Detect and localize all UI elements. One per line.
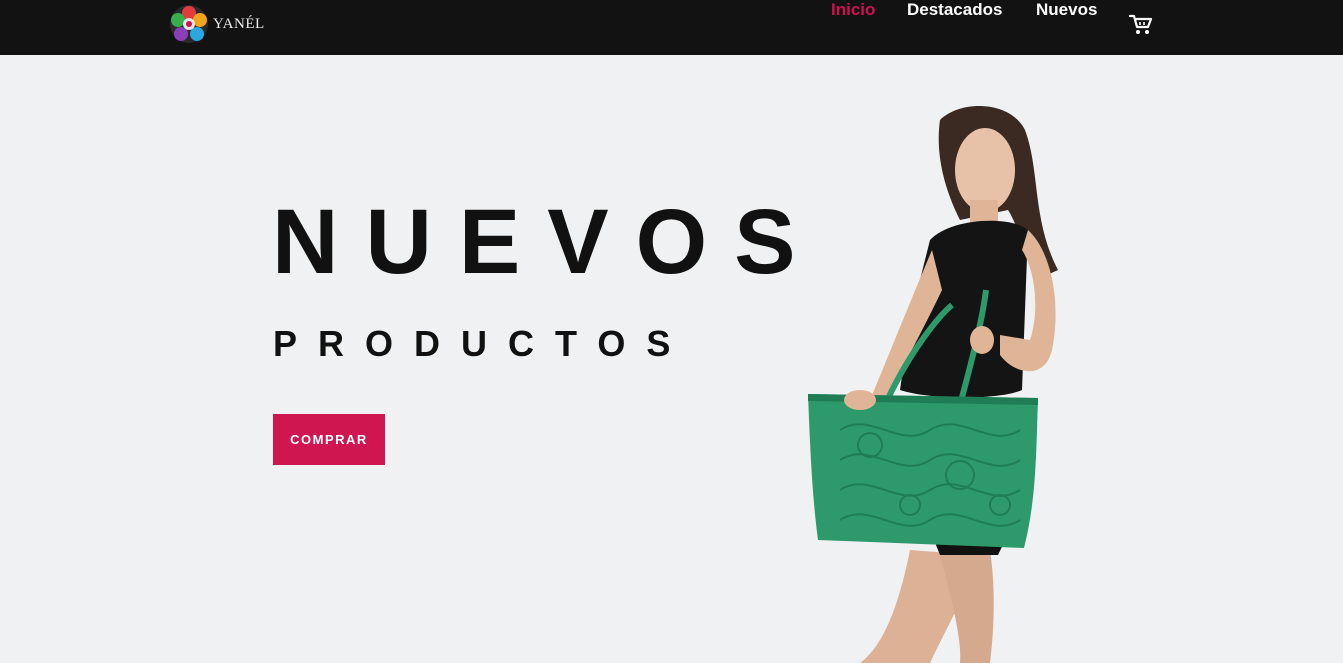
hero-subtitle: PRODUCTOS bbox=[273, 323, 692, 364]
mandala-logo-icon bbox=[170, 5, 208, 43]
hero-title: NUEVOS bbox=[272, 191, 823, 293]
comprar-button[interactable]: COMPRAR bbox=[273, 414, 385, 465]
brand-name: YANÉL bbox=[213, 15, 265, 32]
nav-item-destacados[interactable]: Destacados bbox=[907, 0, 1002, 20]
nav-item-inicio[interactable]: Inicio bbox=[831, 0, 875, 20]
top-navbar: YANÉL Inicio Destacados Nuevos bbox=[0, 0, 1343, 55]
brand-logo[interactable]: YANÉL bbox=[169, 4, 265, 44]
nav-item-nuevos[interactable]: Nuevos bbox=[1036, 0, 1097, 20]
shopping-cart-icon[interactable] bbox=[1129, 14, 1153, 36]
hero-model-image bbox=[808, 106, 1058, 663]
